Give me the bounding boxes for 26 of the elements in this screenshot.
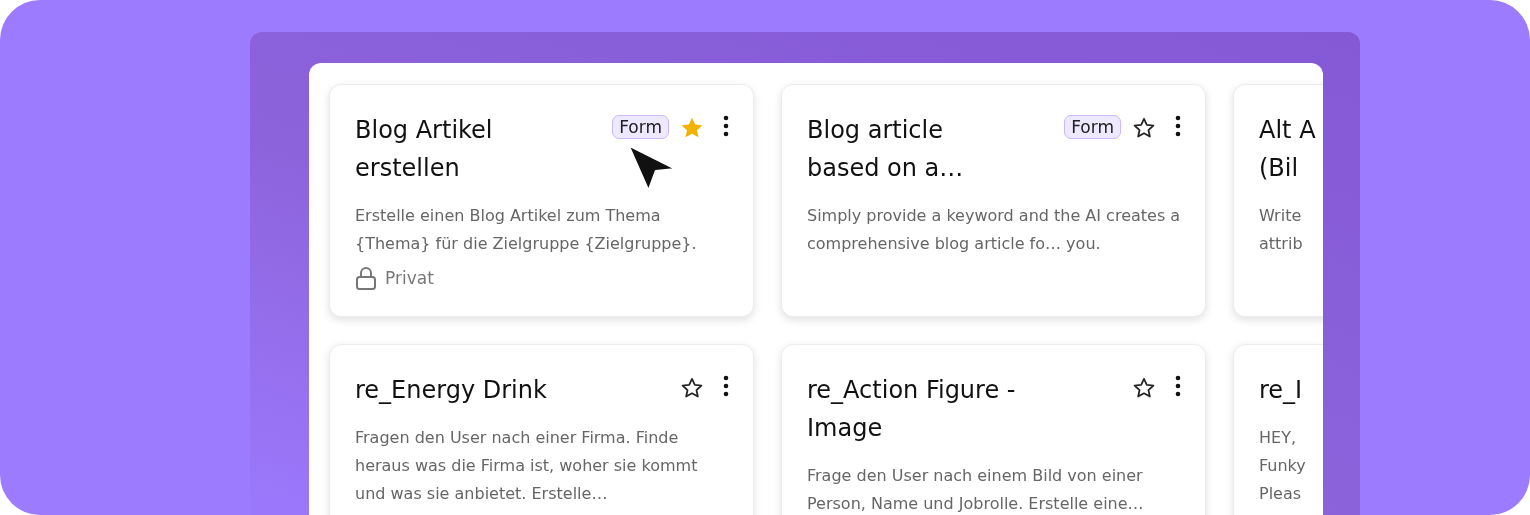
form-tag: Form bbox=[1064, 115, 1121, 139]
template-card[interactable]: Blog article based on a… Form Simply provide a keyword and the AI creates a comprehensive blog article fo… you. bbox=[781, 84, 1206, 317]
card-title: re_Action Figure - Image bbox=[807, 375, 1017, 444]
card-title: Alt A (Bil bbox=[1259, 115, 1317, 184]
more-options-icon[interactable] bbox=[1175, 115, 1181, 137]
template-card[interactable]: re_I HEY, Funky Pleas bbox=[1233, 344, 1323, 515]
visibility-label: Privat bbox=[385, 268, 434, 288]
card-description: HEY, Funky Pleas bbox=[1259, 427, 1307, 505]
card-description: Erstelle einen Blog Artikel zum Thema {Thema} für die Zielgruppe {Zielgruppe}. bbox=[355, 205, 698, 255]
card-description: Simply provide a keyword and the AI creates a comprehensive blog article fo… you. bbox=[807, 205, 1181, 255]
card-title: re_I bbox=[1259, 375, 1304, 406]
form-tag: Form bbox=[612, 115, 669, 139]
template-card[interactable]: re_Energy Drink Fragen den User nach einer Firma. Finde heraus was die Firma ist, woher sie kommt und was sie anbietet. Erstelle… bbox=[329, 344, 754, 515]
card-description: Write attrib bbox=[1259, 205, 1304, 255]
lock-icon bbox=[355, 266, 377, 290]
card-description: Frage den User nach einem Bild von einer Person, Name und Jobrolle. Erstelle eine… bbox=[807, 465, 1145, 515]
card-title: Blog Artikel erstellen bbox=[355, 115, 494, 184]
more-options-icon[interactable] bbox=[723, 115, 729, 137]
template-card[interactable]: Alt A (Bil Write attrib bbox=[1233, 84, 1323, 317]
card-description: Fragen den User nach einer Firma. Finde heraus was die Firma ist, woher sie kommt und was sie anbietet. Erstelle… bbox=[355, 427, 699, 505]
card-title: Blog article based on a… bbox=[807, 115, 965, 184]
template-card[interactable]: re_Action Figure - Image Frage den User nach einem Bild von einer Person, Name und Jobrolle. Erstelle eine… bbox=[781, 344, 1206, 515]
more-options-icon[interactable] bbox=[723, 375, 729, 397]
more-options-icon[interactable] bbox=[1175, 375, 1181, 397]
card-title: re_Energy Drink bbox=[355, 375, 548, 406]
template-card[interactable]: Blog Artikel erstellen Form Erstelle einen Blog Artikel zum Thema {Thema} für die Zielgruppe {Zielgruppe}. Privat bbox=[329, 84, 754, 317]
